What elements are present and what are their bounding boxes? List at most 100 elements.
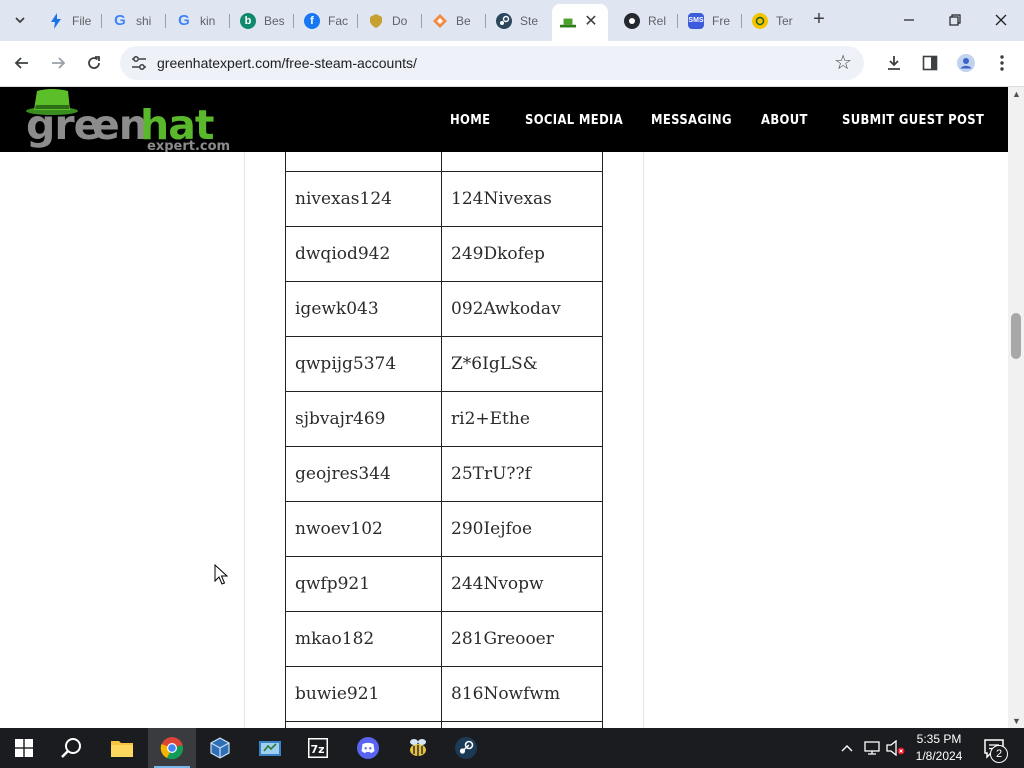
steam-icon (496, 12, 512, 29)
table-row: buwie921 816Nowfwm (285, 666, 603, 722)
username-cell: sjbvajr469 (285, 391, 442, 447)
greenhat-icon (560, 15, 576, 31)
menu-button[interactable] (990, 51, 1014, 75)
volume-muted-icon (886, 740, 905, 756)
nav-about[interactable]: ABOUT (761, 87, 815, 152)
notification-count-badge: 2 (990, 745, 1008, 763)
download-icon (888, 56, 900, 70)
password-cell: Z*6IgLS& (441, 336, 603, 392)
tab-do[interactable]: Do (360, 6, 422, 35)
greenhat-logo[interactable]: gre en hat expert.com (22, 87, 232, 154)
virtualbox-button[interactable] (196, 728, 244, 768)
7zip-icon: 7z (308, 738, 328, 758)
password-cell: 816Nowfwm (441, 666, 603, 722)
tab-file[interactable]: File (40, 6, 102, 35)
side-panel-icon (922, 55, 938, 71)
mouse-cursor-icon (214, 564, 228, 585)
search-icon (61, 738, 81, 758)
file-explorer-button[interactable] (98, 728, 146, 768)
svg-text:en: en (92, 101, 147, 149)
password-cell: ri2+Ethe (441, 391, 603, 447)
site-settings-icon[interactable] (130, 54, 148, 72)
restore-button[interactable] (932, 6, 978, 34)
tray-overflow-button[interactable] (838, 728, 856, 768)
tab-be[interactable]: Be (424, 6, 486, 35)
network-icon (864, 741, 880, 755)
tab-google-search[interactable]: G shi (104, 6, 166, 35)
tab-title: shi (136, 13, 152, 28)
nav-submit-guest-post[interactable]: SUBMIT GUEST POST (842, 87, 1007, 152)
tab-chat[interactable]: Ter (744, 6, 802, 35)
profile-button[interactable] (954, 51, 978, 75)
scroll-up-arrow-icon[interactable]: ▲ (1012, 89, 1021, 99)
tab-facebook[interactable]: f Fac (296, 6, 358, 35)
reload-icon (88, 56, 100, 69)
discord-button[interactable] (344, 728, 392, 768)
app-bee-button[interactable] (394, 728, 442, 768)
nav-home[interactable]: HOME (450, 87, 497, 152)
tab-title: Rel (648, 13, 667, 28)
tab-bing[interactable]: b Bes (232, 6, 294, 35)
minimize-button[interactable] (886, 6, 932, 34)
close-window-button[interactable] (978, 6, 1024, 34)
tab-search-button[interactable] (8, 8, 32, 32)
table-row: igewk043 092Awkodav (285, 281, 603, 337)
username-cell: qwpijg5374 (285, 336, 442, 392)
search-button[interactable] (48, 728, 96, 768)
scroll-down-arrow-icon[interactable]: ▼ (1012, 716, 1021, 726)
shield-icon (368, 13, 384, 29)
nav-messaging[interactable]: MESSAGING (651, 87, 745, 152)
reload-button[interactable] (80, 49, 108, 77)
tab-steam[interactable]: Ste (488, 6, 550, 35)
tab-title: Bes (264, 13, 284, 28)
table-row: dwqiod942 249Dkofep (285, 226, 603, 282)
close-tab-icon[interactable]: ✕ (582, 13, 600, 31)
svg-text:gre: gre (26, 101, 100, 149)
table-row: nwoev102 290Iejfoe (285, 501, 603, 557)
sms-icon: SMS (688, 12, 704, 29)
arrow-right-icon (52, 57, 66, 69)
back-button[interactable] (8, 49, 36, 77)
volume-button[interactable] (885, 728, 907, 768)
tab-greenhat-active[interactable]: ✕ (552, 4, 608, 41)
7zip-button[interactable]: 7z (294, 728, 342, 768)
tab-github[interactable]: Rel (616, 6, 678, 35)
steam-accounts-table: nivexas124 124Nivexas dwqiod942 249Dkofep … (285, 116, 603, 728)
cube-icon (210, 737, 230, 759)
clock-time: 5:35 PM (916, 732, 962, 746)
bing-icon: b (240, 12, 256, 29)
start-button[interactable] (0, 728, 48, 768)
tab-google-search-2[interactable]: G kin (168, 6, 230, 35)
control-panel-button[interactable] (246, 728, 294, 768)
chevron-down-icon (15, 17, 25, 24)
nav-social-media[interactable]: SOCIAL MEDIA (525, 87, 639, 152)
table-row: nivexas124 124Nivexas (285, 171, 603, 227)
discord-icon (357, 737, 379, 759)
table-row: qwfp921 244Nvopw (285, 556, 603, 612)
steam-taskbar-button[interactable] (442, 728, 490, 768)
steam-icon (455, 737, 477, 759)
password-cell: 290Iejfoe (441, 501, 603, 557)
bookmark-star-icon[interactable]: ☆ (834, 52, 852, 74)
page-scrollbar[interactable]: ▲ ▼ (1008, 87, 1024, 728)
address-bar[interactable]: greenhatexpert.com/free-steam-accounts/ … (120, 46, 864, 80)
side-panel-button[interactable] (918, 51, 942, 75)
chrome-taskbar-button[interactable] (148, 728, 196, 768)
url-text[interactable]: greenhatexpert.com/free-steam-accounts/ (157, 55, 417, 71)
password-cell: 092Awkodav (441, 281, 603, 337)
forward-button[interactable] (44, 49, 72, 77)
windows-logo-icon (15, 739, 33, 757)
downloads-button[interactable] (882, 51, 906, 75)
new-tab-button[interactable]: + (808, 8, 830, 30)
nav-social-media-label: SOCIAL MEDIA (525, 111, 624, 128)
scrollbar-thumb[interactable] (1011, 313, 1021, 359)
network-button[interactable] (862, 728, 882, 768)
nav-about-label: ABOUT (761, 111, 808, 128)
chrome-icon (160, 737, 183, 760)
minimize-icon (904, 19, 914, 21)
system-clock[interactable]: 5:35 PM 1/8/2024 (905, 731, 973, 765)
kebab-menu-icon (1000, 55, 1004, 71)
close-icon (995, 14, 1007, 26)
tab-sms[interactable]: SMS Fre (680, 6, 742, 35)
username-cell: mkao182 (285, 611, 442, 667)
